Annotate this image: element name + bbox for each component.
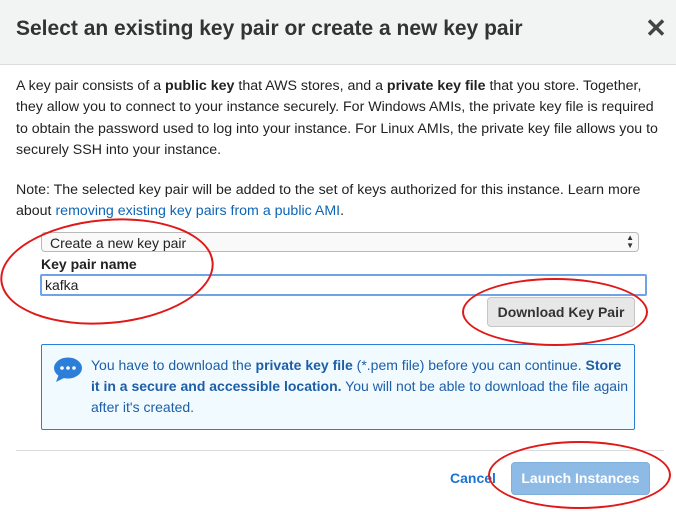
intro-bold-public-key: public key (165, 78, 235, 94)
close-icon[interactable]: ✕ (643, 14, 669, 42)
key-pair-select[interactable]: Create a new key pair ▲ ▼ (41, 232, 639, 252)
intro-text-1: A key pair consists of a (16, 78, 166, 94)
note-paragraph: Note: The selected key pair will be adde… (16, 180, 662, 223)
info-text: You have to download the private key fil… (91, 355, 629, 418)
updown-arrows-icon: ▲ ▼ (626, 233, 634, 250)
info-bold-private-key: private key file (255, 357, 353, 373)
key-pair-select-value: Create a new key pair (50, 235, 187, 251)
cancel-button[interactable]: Cancel (450, 470, 496, 486)
chat-bubble-icon (54, 357, 82, 382)
footer-divider (16, 450, 664, 451)
info-text-2: (*.pem file) before you can continue. (352, 357, 586, 373)
key-pair-name-label: Key pair name (41, 256, 137, 272)
info-text-1: You have to download the (91, 357, 256, 373)
intro-paragraph: A key pair consists of a public key that… (16, 76, 662, 161)
note-end: . (340, 203, 345, 220)
launch-instances-button[interactable]: Launch Instances (511, 462, 650, 495)
dialog-header: Select an existing key pair or create a … (0, 0, 676, 65)
key-pair-name-input[interactable] (40, 274, 647, 296)
dialog-title: Select an existing key pair or create a … (16, 17, 523, 40)
info-box: You have to download the private key fil… (41, 344, 635, 430)
intro-text-2: that AWS stores, and a (234, 78, 387, 94)
download-key-pair-button[interactable]: Download Key Pair (487, 297, 635, 327)
intro-bold-private-key: private key file (386, 78, 486, 94)
remove-key-pairs-link[interactable]: removing existing key pairs from a publi… (55, 203, 340, 219)
